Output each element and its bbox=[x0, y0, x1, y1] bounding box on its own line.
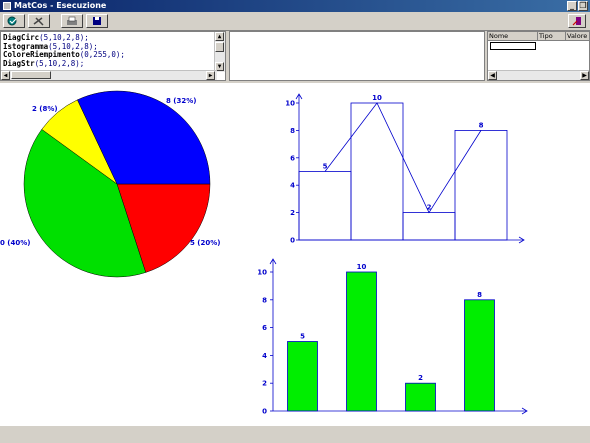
charts-area: 5 (20%) 0 (40%) 2 (8%) 8 (32%) 0 2 4 6 8 10 5 10 2 8 0… bbox=[0, 90, 528, 416]
y-tick-label: 8 bbox=[290, 127, 295, 135]
y-tick-label: 4 bbox=[290, 182, 295, 190]
y-tick-label: 6 bbox=[262, 324, 267, 332]
bar bbox=[402, 212, 456, 241]
floppy-icon bbox=[93, 17, 101, 25]
bar-value-label: 5 bbox=[300, 333, 305, 341]
door-icon bbox=[572, 17, 581, 26]
pie-label: 0 (40%) bbox=[0, 239, 30, 247]
output-panel[interactable] bbox=[229, 31, 485, 81]
toolbar bbox=[0, 12, 590, 31]
maximize-button[interactable]: ❐ bbox=[578, 1, 588, 11]
y-tick-label: 10 bbox=[285, 100, 295, 108]
code-horizontal-scrollbar[interactable]: ◀ ▶ bbox=[1, 70, 217, 80]
bar bbox=[350, 102, 404, 241]
scroll-thumb[interactable] bbox=[11, 71, 51, 79]
run-icon bbox=[7, 16, 17, 26]
bar-value-label: 10 bbox=[357, 263, 367, 271]
y-tick-label: 2 bbox=[262, 380, 267, 388]
scroll-left-icon[interactable]: ◀ bbox=[488, 71, 497, 80]
title-bar: MatCos - Esecuzione _ ❐ bbox=[0, 0, 590, 12]
y-tick-label: 6 bbox=[290, 154, 295, 162]
run-button[interactable] bbox=[3, 14, 25, 28]
scroll-up-icon[interactable]: ▲ bbox=[215, 32, 224, 41]
exit-button[interactable] bbox=[568, 14, 586, 28]
scroll-left-icon[interactable]: ◀ bbox=[1, 71, 10, 80]
y-tick-label: 4 bbox=[262, 352, 267, 360]
y-tick-label: 8 bbox=[262, 296, 267, 304]
bar-value-label: 8 bbox=[477, 291, 482, 299]
scroll-thumb[interactable] bbox=[215, 42, 224, 52]
bar-value-label: 8 bbox=[479, 121, 484, 129]
y-tick-label: 10 bbox=[257, 269, 267, 277]
code-editor[interactable]: DiagCirc(5,10,2,8); Istogramma(5,10,2,8)… bbox=[0, 31, 226, 81]
scroll-right-icon[interactable]: ▶ bbox=[580, 71, 589, 80]
y-tick-label: 0 bbox=[262, 408, 267, 416]
bar bbox=[346, 271, 377, 412]
bar-value-label: 10 bbox=[372, 94, 382, 102]
minimize-button[interactable]: _ bbox=[567, 1, 577, 11]
variables-header: Nome Tipo Valore bbox=[488, 32, 589, 41]
pie-label: 2 (8%) bbox=[32, 105, 58, 113]
bar bbox=[405, 382, 436, 412]
column-header[interactable]: Tipo bbox=[538, 32, 566, 41]
y-tick-label: 2 bbox=[290, 209, 295, 217]
variables-horizontal-scrollbar[interactable]: ◀ ▶ bbox=[488, 70, 589, 80]
printer-icon bbox=[67, 16, 77, 25]
status-bar bbox=[0, 426, 590, 443]
tools-icon bbox=[33, 17, 44, 26]
bar bbox=[287, 341, 318, 412]
bar-value-label: 2 bbox=[418, 374, 423, 382]
variables-panel[interactable]: Nome Tipo Valore ◀ ▶ bbox=[487, 31, 590, 81]
window-title: MatCos - Esecuzione bbox=[14, 1, 107, 10]
code-vertical-scrollbar[interactable]: ▲ ▼ bbox=[214, 32, 225, 72]
column-header[interactable]: Valore bbox=[566, 32, 589, 41]
pie-label: 5 (20%) bbox=[190, 239, 220, 247]
bar bbox=[454, 130, 508, 241]
stop-button[interactable] bbox=[28, 14, 50, 28]
app-icon bbox=[3, 2, 11, 10]
save-button[interactable] bbox=[86, 14, 108, 28]
y-tick-label: 0 bbox=[290, 237, 295, 245]
column-header[interactable]: Nome bbox=[488, 32, 538, 41]
scroll-right-icon[interactable]: ▶ bbox=[206, 71, 215, 80]
code-line: DiagStr(5,10,2,8); bbox=[3, 58, 85, 68]
drawing-canvas: 5 (20%) 0 (40%) 2 (8%) 8 (32%) 0 2 4 6 8 10 5 10 2 8 0… bbox=[0, 83, 590, 426]
bar bbox=[464, 299, 495, 412]
pie-label: 8 (32%) bbox=[166, 97, 196, 105]
bar bbox=[298, 171, 352, 241]
print-button[interactable] bbox=[61, 14, 83, 28]
variable-name-cell[interactable] bbox=[490, 42, 536, 50]
